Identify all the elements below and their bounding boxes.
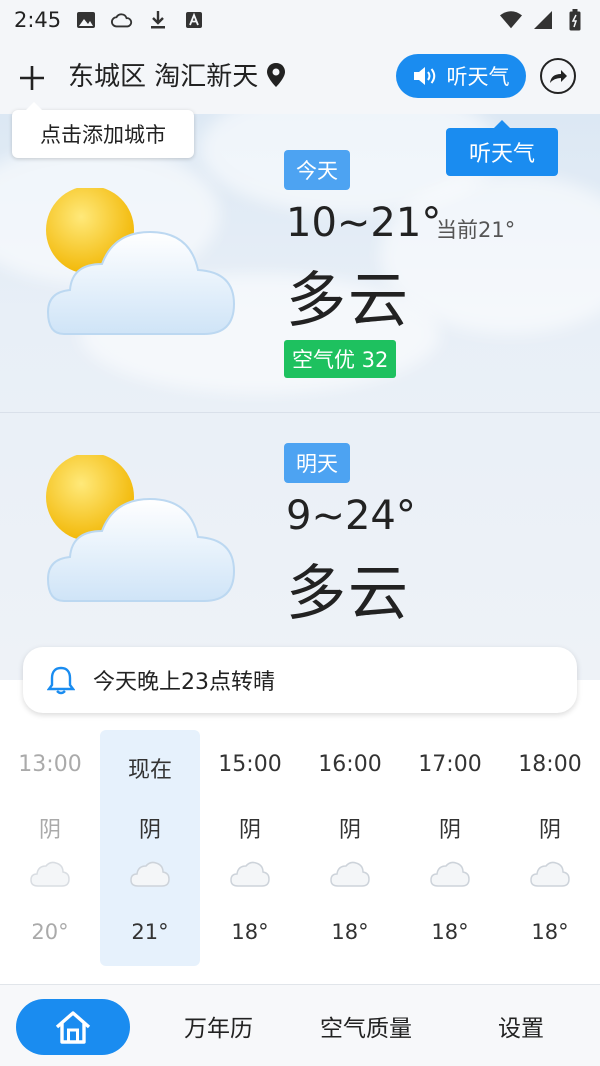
cloud-icon	[30, 861, 70, 887]
status-time: 2:45	[14, 8, 62, 32]
home-icon	[55, 1011, 91, 1044]
hour-time: 16:00	[318, 752, 382, 777]
hour-item[interactable]: 15:00 阴 18°	[200, 730, 300, 966]
hour-temp: 20°	[31, 920, 69, 944]
listen-weather-label: 听天气	[446, 65, 510, 89]
share-arrow-icon	[550, 70, 567, 83]
weather-alert-card[interactable]: 今天晚上23点转晴	[23, 647, 577, 713]
tomorrow-tag: 明天	[284, 443, 350, 483]
today-condition: 多云	[286, 266, 410, 336]
image-icon	[75, 9, 97, 31]
today-tag: 今天	[284, 150, 350, 190]
hour-temp: 21°	[131, 920, 169, 944]
hour-time: 17:00	[418, 752, 482, 777]
alert-text: 今天晚上23点转晴	[93, 670, 275, 695]
current-temp: 当前21°	[436, 218, 516, 242]
hour-time: 现在	[127, 758, 172, 783]
hour-temp: 18°	[531, 920, 569, 944]
cloud-icon	[330, 861, 370, 887]
hour-temp: 18°	[231, 920, 269, 944]
add-city-button[interactable]	[14, 60, 50, 96]
hour-temp: 18°	[431, 920, 469, 944]
nav-calendar[interactable]: 万年历	[184, 1009, 253, 1043]
battery-icon	[564, 9, 586, 31]
tomorrow-condition: 多云	[286, 559, 410, 629]
partly-cloudy-icon	[46, 455, 236, 602]
listen-weather-button[interactable]: 听天气	[396, 54, 526, 98]
nav-home-button[interactable]	[16, 999, 130, 1055]
partly-cloudy-icon	[46, 188, 236, 335]
nav-air-quality[interactable]: 空气质量	[320, 1009, 412, 1043]
cloud-icon	[430, 861, 470, 887]
cloud-icon	[130, 861, 170, 887]
location-pin-icon	[267, 62, 286, 87]
hour-condition: 阴	[238, 818, 261, 843]
hour-condition: 阴	[438, 818, 461, 843]
nav-settings[interactable]: 设置	[498, 1009, 544, 1043]
tomorrow-forecast[interactable]: 明天 9~24° 多云	[0, 413, 600, 673]
speaker-icon	[413, 67, 435, 85]
bottom-nav: 万年历 空气质量 设置	[0, 984, 600, 1066]
hour-condition: 阴	[138, 818, 161, 843]
hour-item[interactable]: 17:00 阴 18°	[400, 730, 500, 966]
header: 东城区 淘汇新天 听天气	[0, 40, 600, 114]
hour-condition: 阴	[338, 818, 361, 843]
tomorrow-temp-range: 9~24°	[286, 493, 416, 539]
hour-item[interactable]: 18:00 阴 18°	[500, 730, 600, 966]
listen-weather-tooltip[interactable]: 听天气	[446, 120, 558, 176]
hour-time: 15:00	[218, 752, 282, 777]
plus-icon	[20, 66, 44, 90]
hour-condition: 阴	[538, 818, 561, 843]
hour-item[interactable]: 16:00 阴 18°	[300, 730, 400, 966]
hour-condition: 阴	[38, 818, 61, 843]
wifi-icon	[500, 9, 522, 31]
location-selector[interactable]: 东城区 淘汇新天	[68, 56, 286, 93]
bell-icon	[47, 666, 75, 695]
signal-icon	[532, 9, 554, 31]
hour-item-current[interactable]: 现在 阴 21°	[100, 730, 200, 966]
hour-temp: 18°	[331, 920, 369, 944]
cloud-icon	[530, 861, 570, 887]
cloud-sync-icon	[111, 9, 133, 31]
aqi-badge[interactable]: 空气优 32	[284, 340, 397, 378]
download-icon	[147, 9, 169, 31]
hour-time: 18:00	[518, 752, 582, 777]
hour-time: 13:00	[18, 752, 82, 777]
location-label: 东城区 淘汇新天	[68, 62, 259, 92]
hour-item[interactable]: 13:00 阴 20°	[0, 730, 100, 966]
add-city-tooltip[interactable]: 点击添加城市	[12, 102, 194, 158]
status-bar: 2:45	[0, 0, 600, 40]
share-button[interactable]	[540, 58, 576, 94]
app-icon	[183, 9, 205, 31]
cloud-icon	[230, 861, 270, 887]
hourly-forecast[interactable]: 13:00 阴 20° 现在 阴 21° 15:00 阴 18° 16:00 阴…	[0, 730, 600, 970]
today-temp-range: 10~21°	[286, 200, 442, 246]
